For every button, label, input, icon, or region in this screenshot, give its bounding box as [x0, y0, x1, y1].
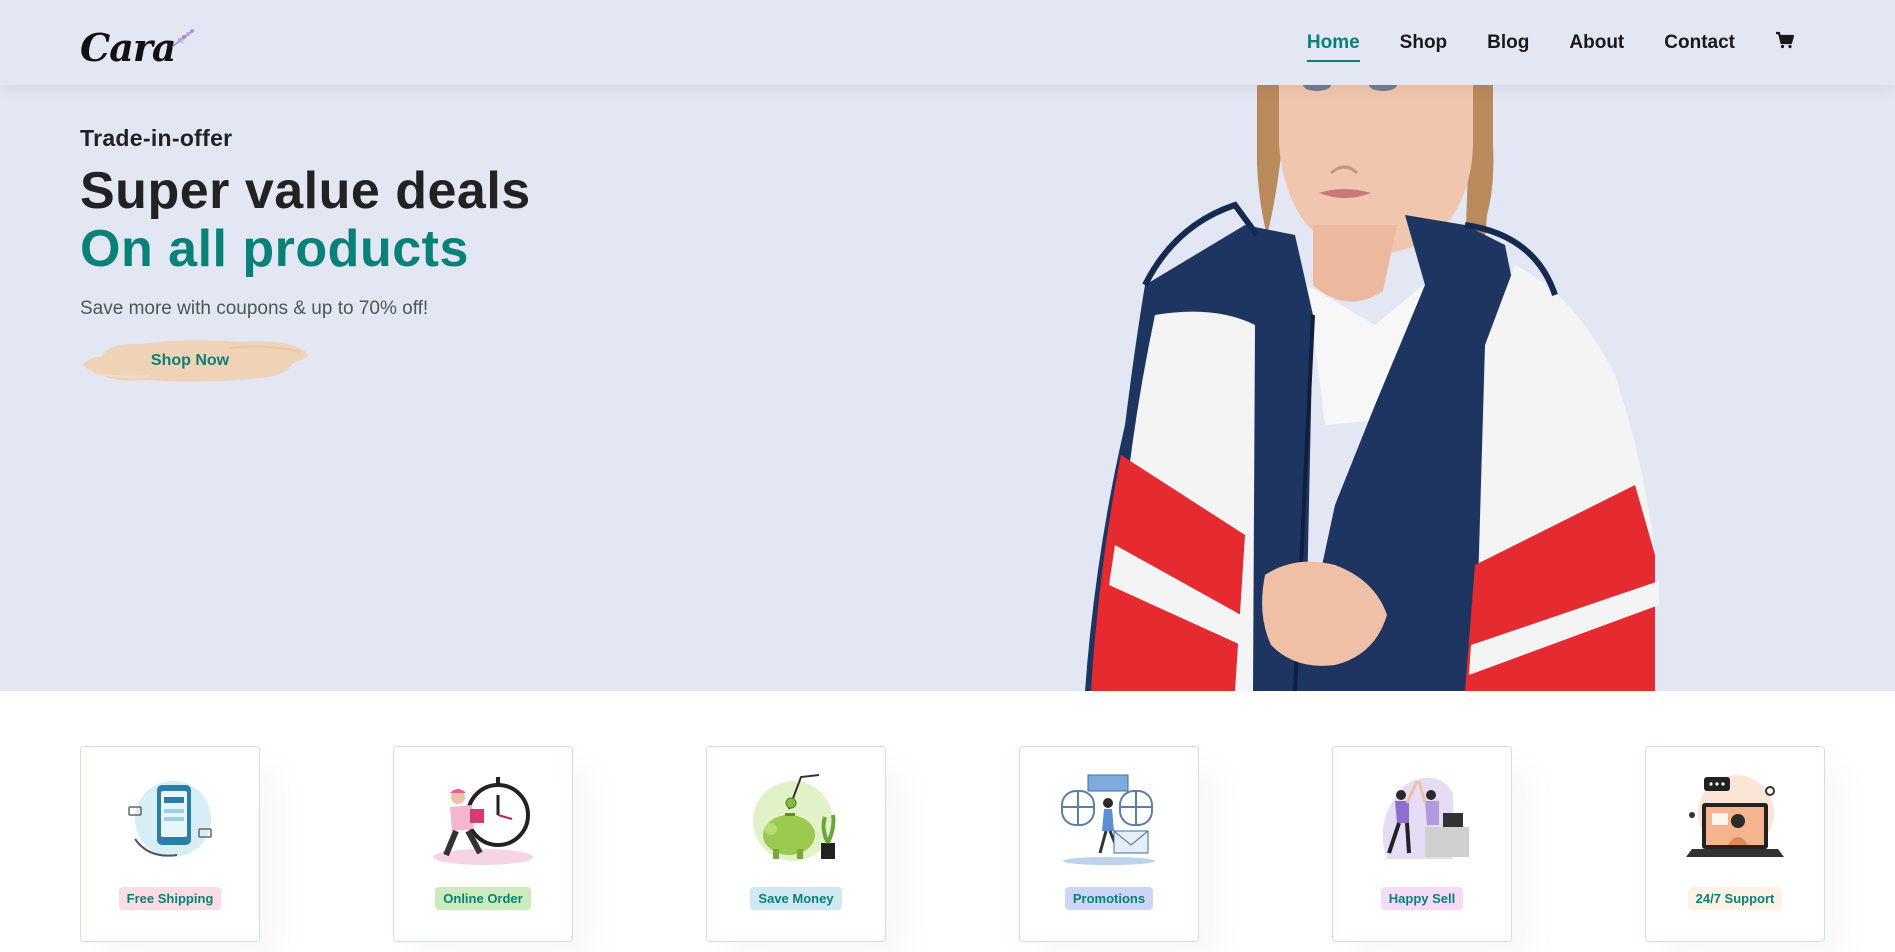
logo-text: Cara — [80, 24, 177, 70]
nav-shop-link[interactable]: Shop — [1400, 28, 1448, 58]
feature-card-support[interactable]: 24/7 Support — [1645, 746, 1825, 942]
nav-about-link[interactable]: About — [1569, 28, 1624, 58]
site-header: Cara Home Shop Blog About Contact — [0, 0, 1895, 85]
support-illustration-icon — [1686, 775, 1784, 857]
feature-label: Save Money — [750, 887, 842, 910]
save-money-illustration-icon — [753, 774, 836, 861]
nav-contact-link[interactable]: Contact — [1664, 28, 1735, 58]
happy-sell-illustration-icon — [1382, 777, 1469, 859]
online-order-illustration-icon — [433, 777, 533, 865]
feature-card-happy-sell[interactable]: Happy Sell — [1332, 746, 1512, 942]
hero-title: Super value deals — [80, 162, 531, 220]
hero-model-image — [1085, 85, 1659, 691]
shop-now-label: Shop Now — [150, 352, 230, 369]
hero-subtitle: Save more with coupons & up to 70% off! — [80, 298, 429, 319]
hero-title-accent: On all products — [80, 220, 469, 278]
nav-home-link[interactable]: Home — [1306, 28, 1360, 62]
feature-label: Promotions — [1064, 887, 1154, 910]
shop-now-button[interactable]: Shop Now — [80, 334, 308, 388]
feature-label: Online Order — [435, 887, 531, 910]
lavender-sprig-icon — [171, 28, 194, 47]
feature-card-promotions[interactable]: Promotions — [1019, 746, 1199, 942]
free-shipping-illustration-icon — [128, 781, 212, 857]
feature-label: 24/7 Support — [1687, 887, 1783, 910]
cart-button[interactable] — [1775, 27, 1795, 59]
features-section: Free Shipping Online Order Save Money Pr… — [0, 691, 1895, 952]
hero-copy: Trade-in-offer Super value deals On all … — [80, 125, 640, 388]
feature-card-free-shipping[interactable]: Free Shipping — [80, 746, 260, 942]
feature-label: Free Shipping — [118, 887, 222, 910]
nav-blog-link[interactable]: Blog — [1487, 28, 1529, 58]
feature-card-online-order[interactable]: Online Order — [393, 746, 573, 942]
hero-kicker: Trade-in-offer — [80, 125, 233, 151]
feature-card-save-money[interactable]: Save Money — [706, 746, 886, 942]
feature-label: Happy Sell — [1380, 887, 1464, 910]
cart-icon — [1776, 31, 1795, 48]
logo[interactable]: Cara — [80, 19, 196, 67]
promotions-illustration-icon — [1061, 774, 1155, 865]
main-nav: Home Shop Blog About Contact — [1287, 27, 1815, 62]
hero-section: Trade-in-offer Super value deals On all … — [0, 85, 1895, 691]
